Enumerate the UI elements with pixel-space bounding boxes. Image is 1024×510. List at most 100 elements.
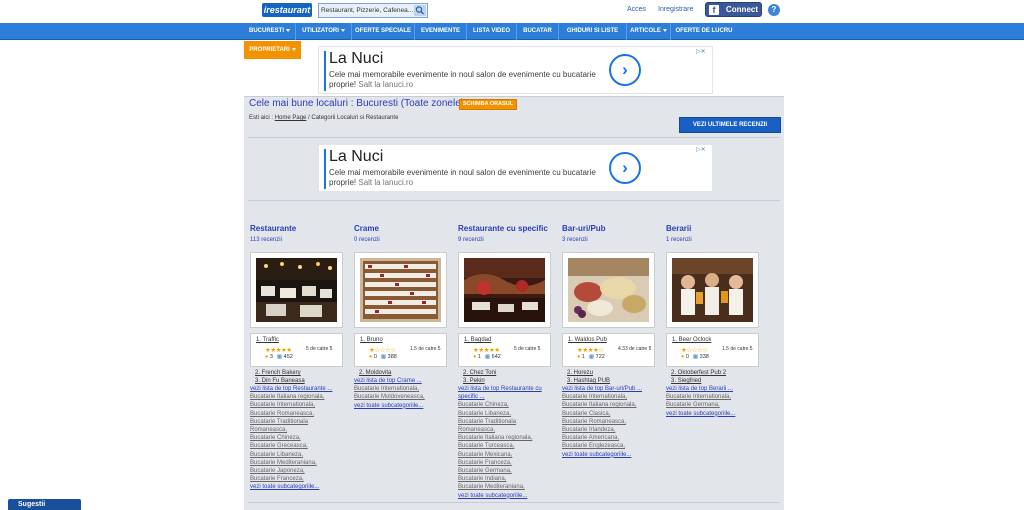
- chevron-down-icon: [340, 28, 345, 32]
- ad-choices-icon[interactable]: ▷✕: [696, 146, 710, 153]
- ad-choices-icon[interactable]: ▷✕: [696, 48, 710, 55]
- rating-stars-icon: ★★★★★: [473, 347, 500, 354]
- category-image[interactable]: [562, 252, 655, 328]
- chevron-down-icon: [662, 28, 667, 32]
- nav-item-evenimente[interactable]: EVENIMENTE: [415, 23, 467, 40]
- category-title[interactable]: Crame: [354, 224, 379, 233]
- top-list-link[interactable]: vezi lista de top Berarii ...: [666, 385, 770, 393]
- chevron-down-icon: [286, 28, 290, 32]
- restaurant-interior-photo: [464, 258, 545, 322]
- top-box: 1. Waldos Pub ★★★★☆ 4.33 de catre 5 ● 1 ▦…: [562, 333, 655, 367]
- comment-icon: ●: [265, 354, 269, 360]
- top-box: 1. Traffic ★★★★★ 5 de catre 5 ● 3 ▦ 452: [250, 333, 343, 367]
- search-input[interactable]: [321, 5, 413, 16]
- category-reviews[interactable]: 3 recenzii: [562, 237, 588, 243]
- category-title[interactable]: Restaurante: [250, 224, 296, 233]
- other-top-items: 2. Chez Toni 3. Pekin: [463, 370, 497, 384]
- other-top-items: 2. French Bakery 3. Din Fu Baneasa: [255, 370, 305, 384]
- category-image[interactable]: [458, 252, 551, 328]
- register-link[interactable]: Inregistrare: [658, 6, 693, 13]
- views-icon: ▦: [484, 354, 491, 360]
- counts: ● 3 ▦ 452: [265, 354, 293, 360]
- breadcrumb: Esti aici : Home Page / Categorii Localu…: [249, 115, 399, 121]
- top-item-link[interactable]: 1. Bagdad: [464, 337, 491, 343]
- top-list-link[interactable]: vezi lista de top Restaurante cu: [458, 385, 562, 393]
- all-subcategories-link[interactable]: vezi toate subcategoriile...: [458, 492, 562, 500]
- nav-item-bucuresti[interactable]: BUCURESTI: [244, 23, 296, 40]
- category-links: vezi lista de top Berarii ... Bucatarie …: [666, 385, 770, 418]
- top-box: 1. Bruno ★☆☆☆☆ 1.5 de catre 5 ● 0 ▦ 388: [354, 333, 447, 367]
- category-links: vezi lista de top Crame ... Bucatarie In…: [354, 377, 458, 410]
- ad-text: Cele mai memorabile evenimente in noul s…: [329, 168, 596, 187]
- nav-item-articole[interactable]: ARTICOLE: [627, 23, 671, 40]
- category-title[interactable]: Berarii: [666, 224, 691, 233]
- rating-stars-icon: ★★★★☆: [577, 347, 604, 354]
- facebook-icon: f: [709, 5, 719, 15]
- search-icon: [415, 6, 424, 15]
- rating-stars-icon: ★☆☆☆☆: [681, 347, 708, 354]
- top-bar: irestaurant Acces Inregistrare f Connect…: [0, 0, 1024, 22]
- search-box[interactable]: [318, 3, 428, 18]
- site-logo[interactable]: irestaurant: [262, 3, 312, 17]
- nav-item-lista-video[interactable]: LISTA VIDEO: [467, 23, 517, 40]
- category-image[interactable]: [354, 252, 447, 328]
- ad-arrow-icon[interactable]: ›: [609, 54, 641, 86]
- wine-rack-photo: [360, 258, 441, 322]
- comment-icon: ●: [369, 354, 373, 360]
- latest-reviews-button[interactable]: VEZI ULTIMELE RECENZII: [679, 117, 781, 133]
- suggestions-tab[interactable]: Sugestii: [8, 499, 81, 510]
- top-list-link[interactable]: vezi lista de top Restaurante ...: [250, 385, 354, 393]
- views-icon: ▦: [380, 354, 387, 360]
- nav-item-utilizatori[interactable]: UTILIZATORI: [296, 23, 352, 40]
- nav-item-proprietari[interactable]: PROPRIETARI: [244, 41, 301, 59]
- category-image[interactable]: [666, 252, 759, 328]
- comment-icon: ●: [681, 354, 685, 360]
- category-reviews[interactable]: 1 recenzii: [666, 237, 692, 243]
- ad-title: La Nuci: [329, 148, 384, 165]
- category-reviews[interactable]: 9 recenzii: [458, 237, 484, 243]
- category-links: vezi lista de top Restaurante cu specifi…: [458, 385, 562, 500]
- top-item-link[interactable]: 1. Beer Oclock: [672, 337, 711, 343]
- search-button[interactable]: [414, 5, 426, 16]
- all-subcategories-link[interactable]: vezi toate subcategoriile...: [250, 483, 354, 491]
- counts: ● 0 ▦ 338: [681, 354, 709, 360]
- nav-item-oferte-speciale[interactable]: OFERTE SPECIALE: [352, 23, 415, 40]
- ad-arrow-icon[interactable]: ›: [609, 152, 641, 184]
- rating-stars-icon: ★★★★★: [265, 347, 292, 354]
- top-list-link[interactable]: vezi lista de top Crame ...: [354, 377, 458, 385]
- ad-banner-middle[interactable]: La Nuci Cele mai memorabile evenimente i…: [318, 144, 713, 192]
- all-subcategories-link[interactable]: vezi toate subcategoriile...: [666, 410, 770, 418]
- ad-banner-top[interactable]: La Nuci Cele mai memorabile evenimente i…: [318, 46, 713, 94]
- rating-text: 1.5 de catre 5: [410, 346, 441, 352]
- facebook-connect-button[interactable]: f Connect: [705, 2, 762, 17]
- all-subcategories-link[interactable]: vezi toate subcategoriile...: [354, 402, 458, 410]
- divider: [248, 200, 780, 201]
- top-item-link[interactable]: 1. Traffic: [256, 337, 279, 343]
- category-title[interactable]: Restaurante cu specific: [458, 224, 548, 233]
- top-item-link[interactable]: 1. Bruno: [360, 337, 383, 343]
- page-title: Cele mai bune localuri : Bucuresti (Toat…: [249, 98, 465, 109]
- change-city-button[interactable]: SCHIMBA ORASUL: [459, 99, 517, 110]
- breadcrumb-home-link[interactable]: Home Page: [275, 115, 307, 121]
- top-item-link[interactable]: 1. Waldos Pub: [568, 337, 607, 343]
- beer-pub-photo: [672, 258, 753, 322]
- category-reviews[interactable]: 0 recenzii: [354, 237, 380, 243]
- top-box: 1. Beer Oclock ★☆☆☆☆ 1.5 de catre 5 ● 0 ▦…: [666, 333, 759, 367]
- category-reviews[interactable]: 113 recenzii: [250, 237, 282, 243]
- category-links: vezi lista de top Bar-uri/Pub ... Bucata…: [562, 385, 666, 459]
- login-link[interactable]: Acces: [627, 6, 646, 13]
- nav-item-ghiduri-si-liste[interactable]: GHIDURI SI LISTE: [559, 23, 627, 40]
- top-list-link[interactable]: vezi lista de top Bar-uri/Pub ...: [562, 385, 666, 393]
- main-nav: BUCURESTI UTILIZATORI OFERTE SPECIALE EV…: [0, 23, 1024, 40]
- nav-item-bucatar[interactable]: BUCATAR: [517, 23, 559, 40]
- all-subcategories-link[interactable]: vezi toate subcategoriile...: [562, 451, 666, 459]
- nav-item-oferte-de-lucru[interactable]: OFERTE DE LUCRU: [671, 23, 737, 40]
- other-top-items: 2. Horezu 3. Hashtag PUB: [567, 370, 611, 384]
- counts: ● 1 ▦ 722: [577, 354, 605, 360]
- category-image[interactable]: [250, 252, 343, 328]
- ad-title: La Nuci: [329, 50, 384, 67]
- category-title[interactable]: Bar-uri/Pub: [562, 224, 606, 233]
- help-icon[interactable]: ?: [768, 4, 780, 16]
- chevron-down-icon: [291, 47, 296, 51]
- rating-text: 5 de catre 5: [514, 346, 541, 352]
